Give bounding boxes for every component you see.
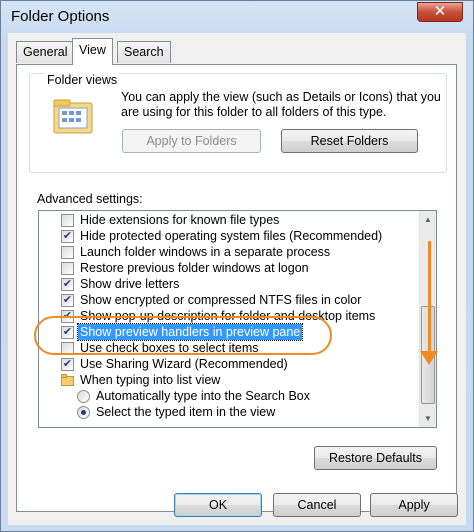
ok-button[interactable]: OK: [174, 493, 262, 517]
list-item-label: Automatically type into the Search Box: [96, 389, 311, 403]
list-item-label: Hide extensions for known file types: [80, 213, 280, 227]
list-item-label: Restore previous folder windows at logon: [80, 261, 309, 275]
folder-options-window: Folder Options ✕ General View Search Fol…: [0, 0, 474, 532]
folder-views-label: Folder views: [45, 73, 120, 87]
list-item-label: Show drive letters: [80, 277, 180, 291]
list-item-label: Use Sharing Wizard (Recommended): [80, 357, 288, 371]
reset-folders-button[interactable]: Reset Folders: [281, 129, 418, 153]
advanced-settings-label: Advanced settings:: [37, 192, 143, 206]
tab-view[interactable]: View: [72, 38, 113, 65]
cancel-button[interactable]: Cancel: [273, 493, 361, 517]
tab-general[interactable]: General: [16, 41, 75, 63]
folder-views-description: You can apply the view (such as Details …: [121, 90, 441, 119]
checkbox[interactable]: [61, 262, 74, 275]
tab-search[interactable]: Search: [117, 41, 171, 63]
checkbox-checked[interactable]: ✔: [61, 278, 74, 291]
annotation-arrow-down-icon: [420, 351, 438, 365]
folder-views-icon: [53, 99, 93, 134]
annotation-highlight-oval: [34, 316, 332, 355]
list-item-label: Select the typed item in the view: [96, 405, 276, 419]
title-bar[interactable]: Folder Options ✕: [1, 1, 473, 33]
annotation-arrow-shaft: [428, 241, 431, 361]
scroll-down-arrow-icon[interactable]: ▼: [420, 410, 436, 427]
window-title: Folder Options: [11, 8, 110, 25]
folder-icon: [61, 374, 74, 386]
apply-to-folders-button[interactable]: Apply to Folders: [122, 129, 261, 153]
list-item-label: Launch folder windows in a separate proc…: [80, 245, 331, 259]
list-item-label: When typing into list view: [80, 373, 221, 387]
close-button[interactable]: ✕: [417, 2, 463, 22]
apply-button[interactable]: Apply: [370, 493, 458, 517]
checkbox[interactable]: [61, 246, 74, 259]
radio-button-selected[interactable]: [77, 406, 90, 419]
restore-defaults-button[interactable]: Restore Defaults: [314, 446, 437, 470]
checkbox-checked[interactable]: ✔: [61, 294, 74, 307]
checkbox-checked[interactable]: ✔: [61, 230, 74, 243]
checkbox[interactable]: [61, 214, 74, 227]
list-item-label: Show encrypted or compressed NTFS files …: [80, 293, 362, 307]
radio-button[interactable]: [77, 390, 90, 403]
scroll-up-arrow-icon[interactable]: ▲: [420, 211, 436, 228]
list-item-label: Hide protected operating system files (R…: [80, 229, 383, 243]
checkbox-checked[interactable]: ✔: [61, 358, 74, 371]
